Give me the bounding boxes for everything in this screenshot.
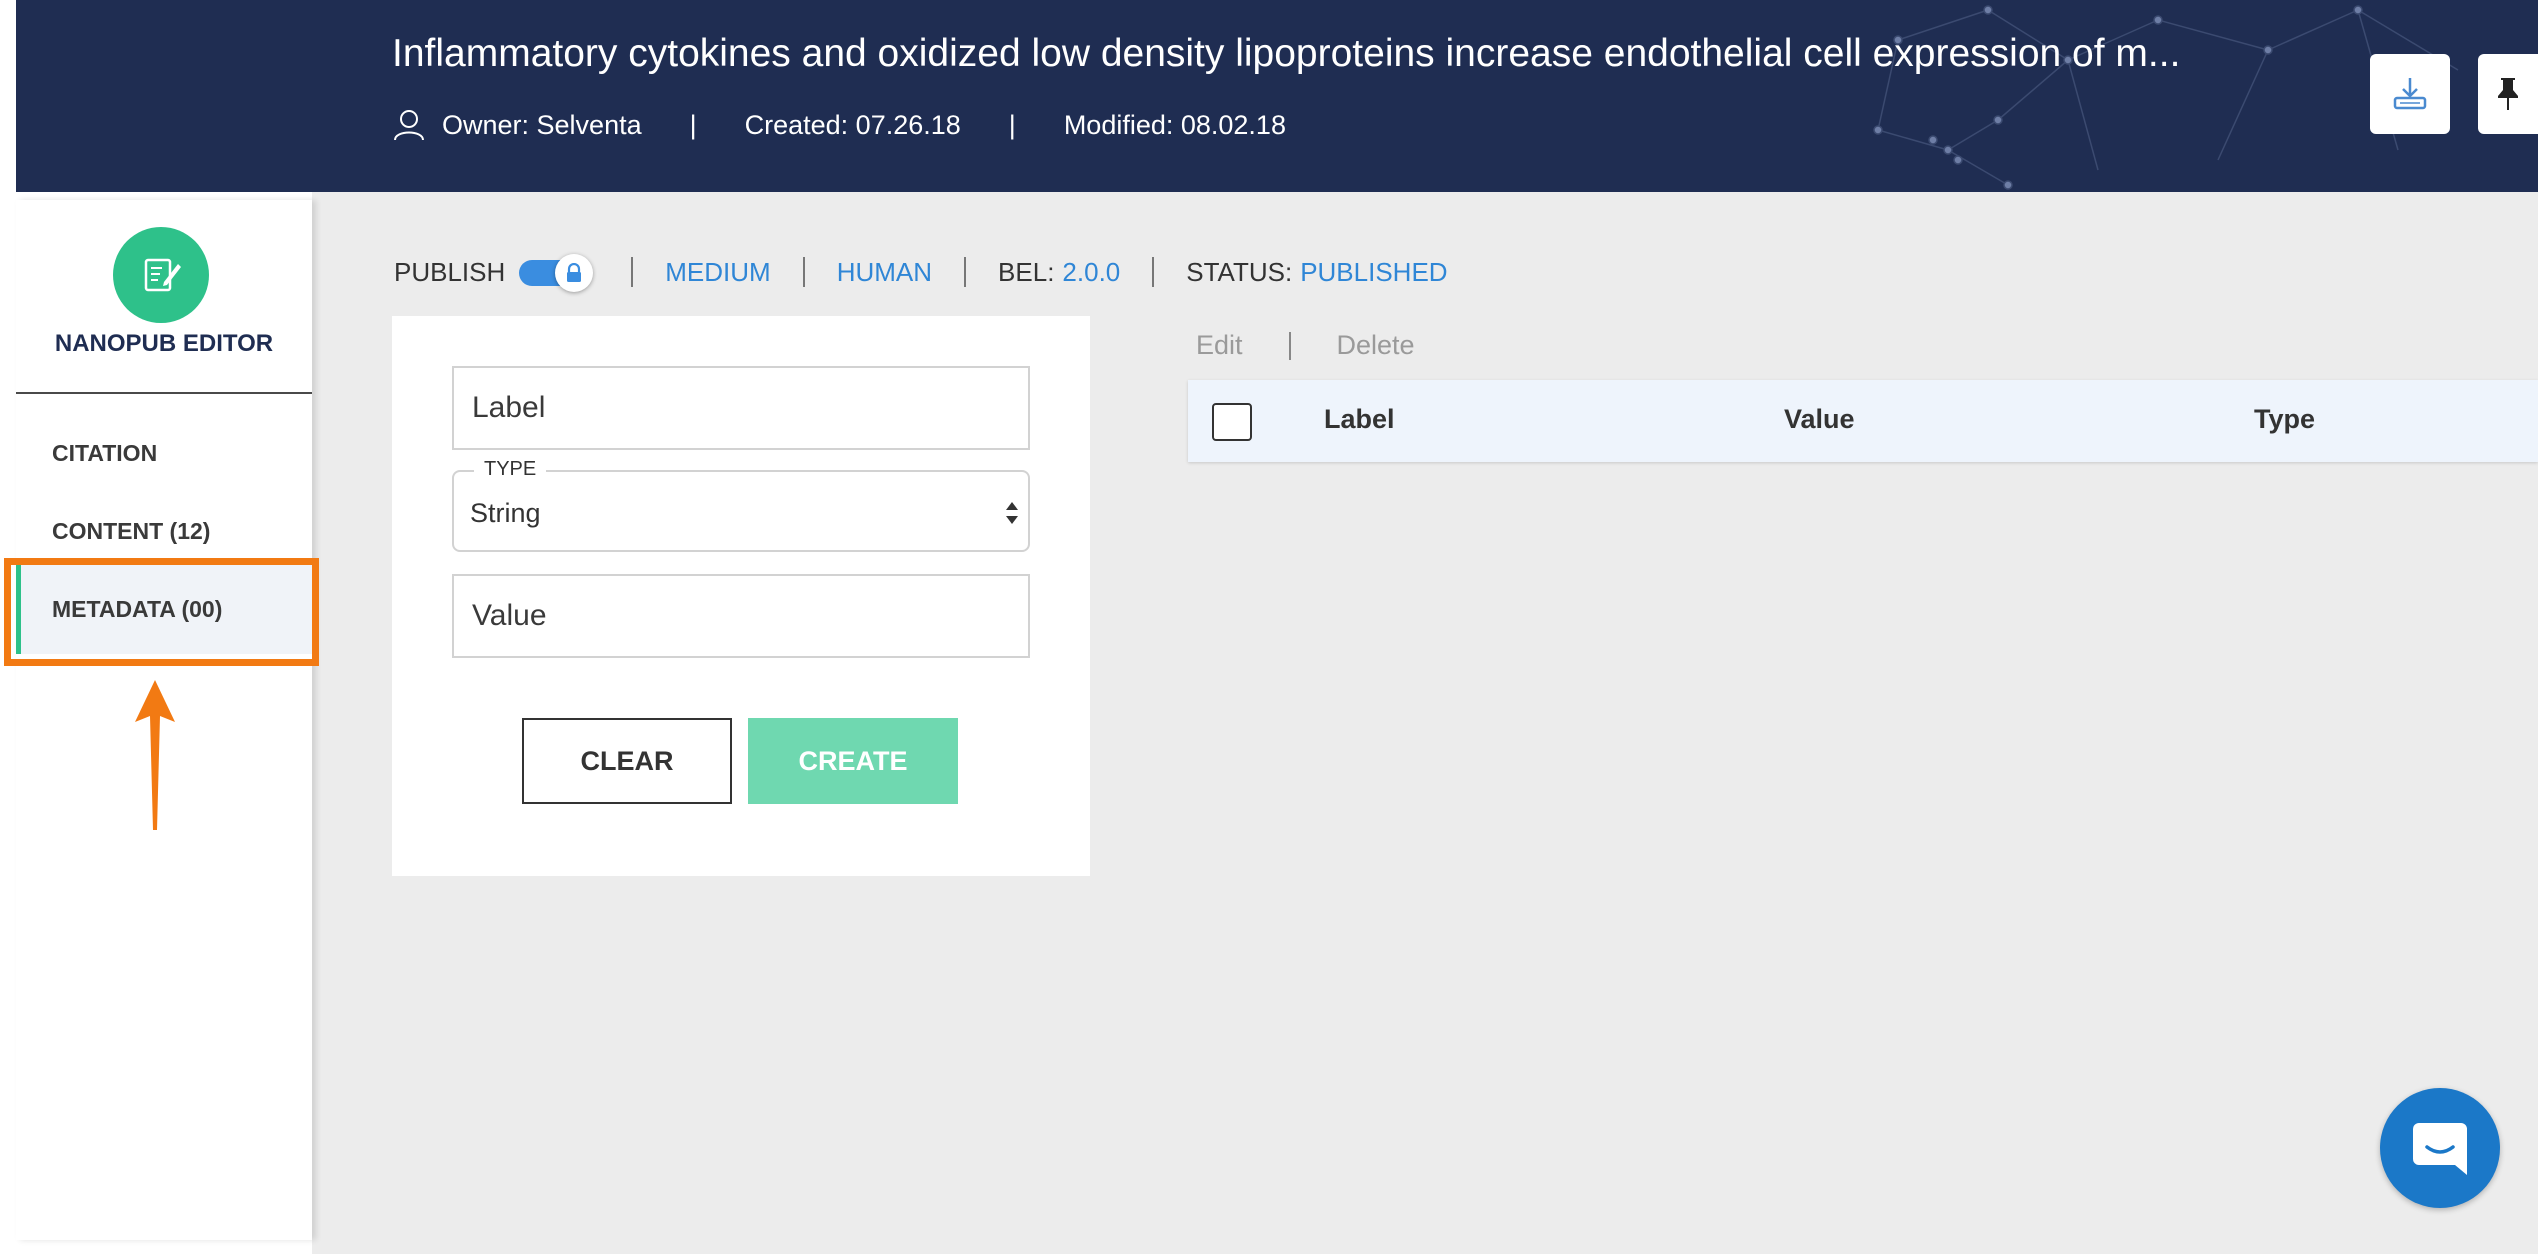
column-header-value[interactable]: Value: [1784, 404, 1855, 435]
metadata-form: TYPE String CLEAR CREATE: [392, 316, 1090, 876]
meta-separator: |: [689, 109, 697, 140]
page-header: Inflammatory cytokines and oxidized low …: [16, 0, 2538, 192]
highlight-annotation: [4, 558, 319, 666]
toolbar-separator: [802, 257, 805, 287]
owner-text: Owner: Selventa: [442, 109, 642, 140]
bel-version[interactable]: 2.0.0: [1062, 257, 1120, 288]
select-arrows-icon: [1006, 502, 1018, 524]
value-field: [452, 574, 1030, 658]
bel-label: BEL:: [998, 256, 1055, 287]
pin-icon: [2498, 78, 2518, 110]
edit-document-icon: [144, 258, 181, 292]
nanopub-toolbar: PUBLISH MEDIUM HUMAN BEL: 2.0.0 STATUS: …: [394, 254, 1448, 292]
type-legend: TYPE: [474, 458, 547, 481]
metadata-table-header: Label Value Type: [1188, 380, 2538, 462]
lock-icon: [567, 263, 582, 282]
create-button[interactable]: CREATE: [748, 718, 958, 804]
label-input[interactable]: [454, 368, 1028, 448]
label-field: [452, 366, 1030, 450]
chat-button[interactable]: [2380, 1088, 2500, 1208]
column-header-type[interactable]: Type: [2254, 404, 2315, 435]
user-icon: [394, 110, 424, 141]
toolbar-separator: [1152, 257, 1155, 287]
toolbar-separator: [631, 257, 634, 287]
arrow-up-annotation-icon: [135, 680, 175, 830]
toggle-knob: [555, 254, 594, 292]
actions-separator: [1288, 331, 1291, 360]
created-text: Created: 07.26.18: [744, 109, 961, 140]
toolbar-separator: [964, 257, 967, 287]
clear-button[interactable]: CLEAR: [522, 718, 732, 804]
nanopub-meta: Owner: Selventa | Created: 07.26.18 | Mo…: [392, 108, 1286, 142]
sidebar-divider: [16, 392, 312, 394]
download-icon: [2393, 78, 2427, 110]
medium-link[interactable]: MEDIUM: [665, 257, 770, 288]
human-link[interactable]: HUMAN: [837, 257, 932, 288]
select-all-checkbox[interactable]: [1212, 403, 1252, 441]
meta-separator: |: [1008, 109, 1016, 140]
publish-toggle[interactable]: [519, 254, 594, 292]
chat-icon: [2413, 1123, 2467, 1175]
nanopub-editor-logo: [113, 227, 209, 323]
sidebar-item-citation[interactable]: CITATION: [16, 408, 312, 498]
type-value: String: [470, 498, 541, 528]
status-value: PUBLISHED: [1300, 256, 1448, 287]
value-input[interactable]: [454, 576, 1028, 656]
modified-text: Modified: 08.02.18: [1063, 109, 1286, 140]
download-button[interactable]: [2370, 54, 2450, 134]
editor-title: NANOPUB EDITOR: [54, 330, 274, 357]
status-label: STATUS:: [1186, 256, 1293, 287]
table-actions: Edit Delete: [1196, 330, 1415, 361]
pin-button[interactable]: [2478, 54, 2538, 134]
delete-button[interactable]: Delete: [1337, 330, 1415, 361]
column-header-label[interactable]: Label: [1324, 404, 1395, 435]
publish-label: PUBLISH: [394, 256, 506, 287]
type-select[interactable]: TYPE String: [452, 458, 1030, 552]
edit-button[interactable]: Edit: [1196, 330, 1243, 361]
page-title: Inflammatory cytokines and oxidized low …: [392, 32, 2181, 75]
